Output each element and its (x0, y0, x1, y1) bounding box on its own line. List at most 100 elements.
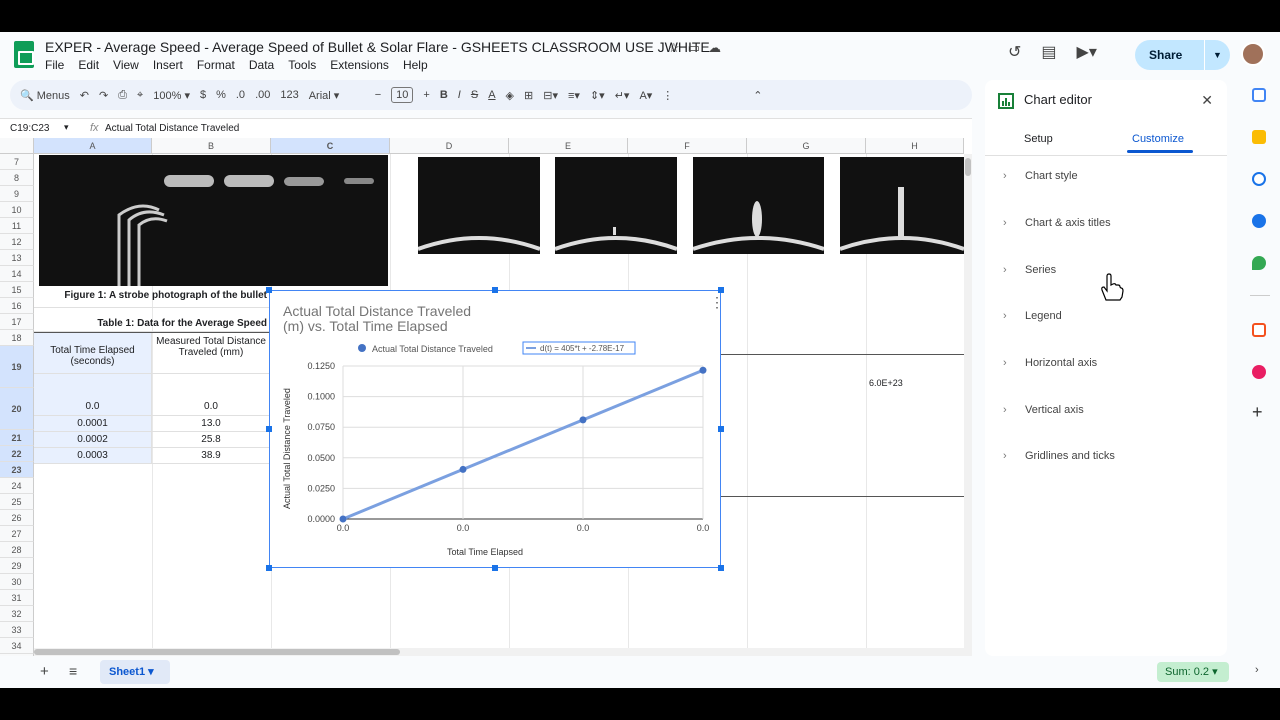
section-chart-style[interactable]: › Chart style (1003, 170, 1078, 182)
row-header-12[interactable]: 12 (0, 234, 34, 250)
cloud-status-icon[interactable]: ☁ (708, 40, 721, 56)
tab-setup[interactable]: Setup (1024, 133, 1053, 145)
paint-format-icon[interactable]: ⌖ (137, 89, 143, 102)
row-header-7[interactable]: 7 (0, 154, 34, 170)
row-header-21[interactable]: 21 (0, 430, 34, 446)
cell-a22[interactable]: 0.0002 (34, 432, 152, 448)
resize-handle[interactable] (492, 287, 498, 293)
column-header-c[interactable]: C (271, 138, 390, 154)
add-addon-icon[interactable]: + (1252, 402, 1263, 423)
cell-b23[interactable]: 38.9 (152, 448, 271, 464)
spreadsheet-grid[interactable]: A B C D E F G H 7 8 9 10 11 12 13 14 15 16 17 18 19 2… (0, 138, 972, 656)
row-header-17[interactable]: 17 (0, 314, 34, 330)
addon-icon[interactable] (1252, 323, 1266, 337)
horizontal-scrollbar[interactable] (34, 648, 964, 656)
resize-handle[interactable] (718, 287, 724, 293)
row-header-18[interactable]: 18 (0, 330, 34, 346)
resize-handle[interactable] (266, 287, 272, 293)
move-folder-icon[interactable]: ▭ (688, 40, 700, 56)
undo-icon[interactable]: ↶ (80, 89, 89, 102)
section-legend[interactable]: › Legend (1003, 310, 1062, 322)
text-wrap-icon[interactable]: ↵▾ (615, 89, 630, 102)
solar-flare-photo-4[interactable] (839, 157, 965, 254)
row-header-22[interactable]: 22 (0, 446, 34, 462)
cell-b20[interactable]: 0.0 (152, 374, 271, 416)
chart-title-line-1[interactable]: Actual Total Distance Traveled (283, 303, 471, 319)
percent-button[interactable]: % (216, 89, 226, 101)
row-header-9[interactable]: 9 (0, 186, 34, 202)
legend-trend-label[interactable]: d(t) = 405*t + -2.78E-17 (540, 344, 625, 353)
tasks-icon[interactable] (1252, 172, 1266, 186)
row-header-8[interactable]: 8 (0, 170, 34, 186)
all-sheets-icon[interactable]: ≡ (69, 663, 77, 679)
keep-icon[interactable] (1252, 130, 1266, 144)
vertical-scrollbar-thumb[interactable] (965, 158, 971, 176)
cell-b21[interactable]: 13.0 (152, 416, 271, 432)
meet-icon[interactable]: ▶▾ (1077, 42, 1097, 62)
row-header-27[interactable]: 27 (0, 526, 34, 542)
print-icon[interactable]: ⎙ (118, 89, 127, 102)
menu-file[interactable]: File (45, 58, 64, 72)
row-header-19[interactable]: 19 (0, 346, 34, 388)
name-box[interactable]: C19:C23 (10, 123, 49, 134)
resize-handle[interactable] (492, 565, 498, 571)
column-header-e[interactable]: E (509, 138, 628, 154)
menu-view[interactable]: View (113, 58, 139, 72)
row-header-14[interactable]: 14 (0, 266, 34, 282)
row-header-23[interactable]: 23 (0, 462, 34, 478)
header-total-time[interactable]: Total Time Elapsed (seconds) (34, 332, 152, 374)
sheets-logo-icon[interactable] (14, 41, 34, 68)
show-side-panel-icon[interactable]: › (1255, 664, 1259, 676)
sum-indicator[interactable]: Sum: 0.2 ▾ (1157, 662, 1229, 682)
row-header-33[interactable]: 33 (0, 622, 34, 638)
name-box-dropdown-icon[interactable]: ▾ (64, 122, 69, 133)
share-button[interactable]: Share ▼ (1135, 40, 1230, 70)
row-header-20[interactable]: 20 (0, 388, 34, 430)
column-header-b[interactable]: B (152, 138, 271, 154)
font-select[interactable]: Arial ▾ (309, 89, 365, 102)
sheet-tab-sheet1[interactable]: Sheet1 ▾ (100, 660, 170, 684)
share-dropdown-icon[interactable]: ▼ (1204, 40, 1230, 70)
italic-button[interactable]: I (458, 89, 461, 101)
formula-input[interactable]: Actual Total Distance Traveled (105, 123, 239, 134)
menu-extensions[interactable]: Extensions (330, 58, 389, 72)
font-size-input[interactable]: 10 (391, 87, 414, 103)
bold-button[interactable]: B (440, 89, 448, 101)
figure-1-caption[interactable]: Figure 1: A strobe photograph of the bul… (34, 285, 271, 308)
menu-format[interactable]: Format (197, 58, 235, 72)
row-header-13[interactable]: 13 (0, 250, 34, 266)
row-header-15[interactable]: 15 (0, 282, 34, 298)
horizontal-align-icon[interactable]: ≡▾ (568, 89, 580, 102)
vertical-align-icon[interactable]: ⇕▾ (590, 89, 605, 102)
section-vertical-axis[interactable]: › Vertical axis (1003, 404, 1084, 416)
text-rotation-icon[interactable]: A▾ (639, 89, 652, 102)
bullet-strobe-photo[interactable] (39, 155, 388, 286)
more-options-icon[interactable]: ⋮ (662, 89, 673, 102)
fill-color-icon[interactable]: ◈ (506, 89, 514, 102)
document-title[interactable]: EXPER - Average Speed - Average Speed of… (45, 39, 710, 55)
column-header-d[interactable]: D (390, 138, 509, 154)
star-icon[interactable]: ☆ (668, 40, 680, 56)
increase-decimal-button[interactable]: .00 (255, 89, 270, 101)
redo-icon[interactable]: ↷ (99, 89, 108, 102)
section-gridlines-ticks[interactable]: › Gridlines and ticks (1003, 450, 1115, 462)
contacts-icon[interactable] (1252, 214, 1266, 228)
font-size-increase-icon[interactable]: + (423, 89, 429, 101)
cell-b22[interactable]: 25.8 (152, 432, 271, 448)
x-axis-label[interactable]: Total Time Elapsed (447, 547, 523, 557)
row-header-28[interactable]: 28 (0, 542, 34, 558)
chart-title-line-2[interactable]: (m) vs. Total Time Elapsed (283, 318, 448, 334)
cell-a21[interactable]: 0.0001 (34, 416, 152, 432)
chart-menu-icon[interactable]: ⋮ (710, 294, 724, 310)
row-header-31[interactable]: 31 (0, 590, 34, 606)
text-color-button[interactable]: A (488, 89, 495, 101)
menu-edit[interactable]: Edit (78, 58, 99, 72)
menu-data[interactable]: Data (249, 58, 274, 72)
cell-h20[interactable]: 6.0E+23 (866, 378, 964, 394)
solar-flare-photo-1[interactable] (417, 157, 541, 254)
row-header-10[interactable]: 10 (0, 202, 34, 218)
calendar-icon[interactable] (1252, 88, 1266, 102)
collapse-toolbar-icon[interactable]: ⌃ (753, 89, 762, 102)
decrease-decimal-button[interactable]: .0 (236, 89, 245, 101)
sheet-tab-dropdown-icon[interactable]: ▾ (148, 666, 154, 678)
